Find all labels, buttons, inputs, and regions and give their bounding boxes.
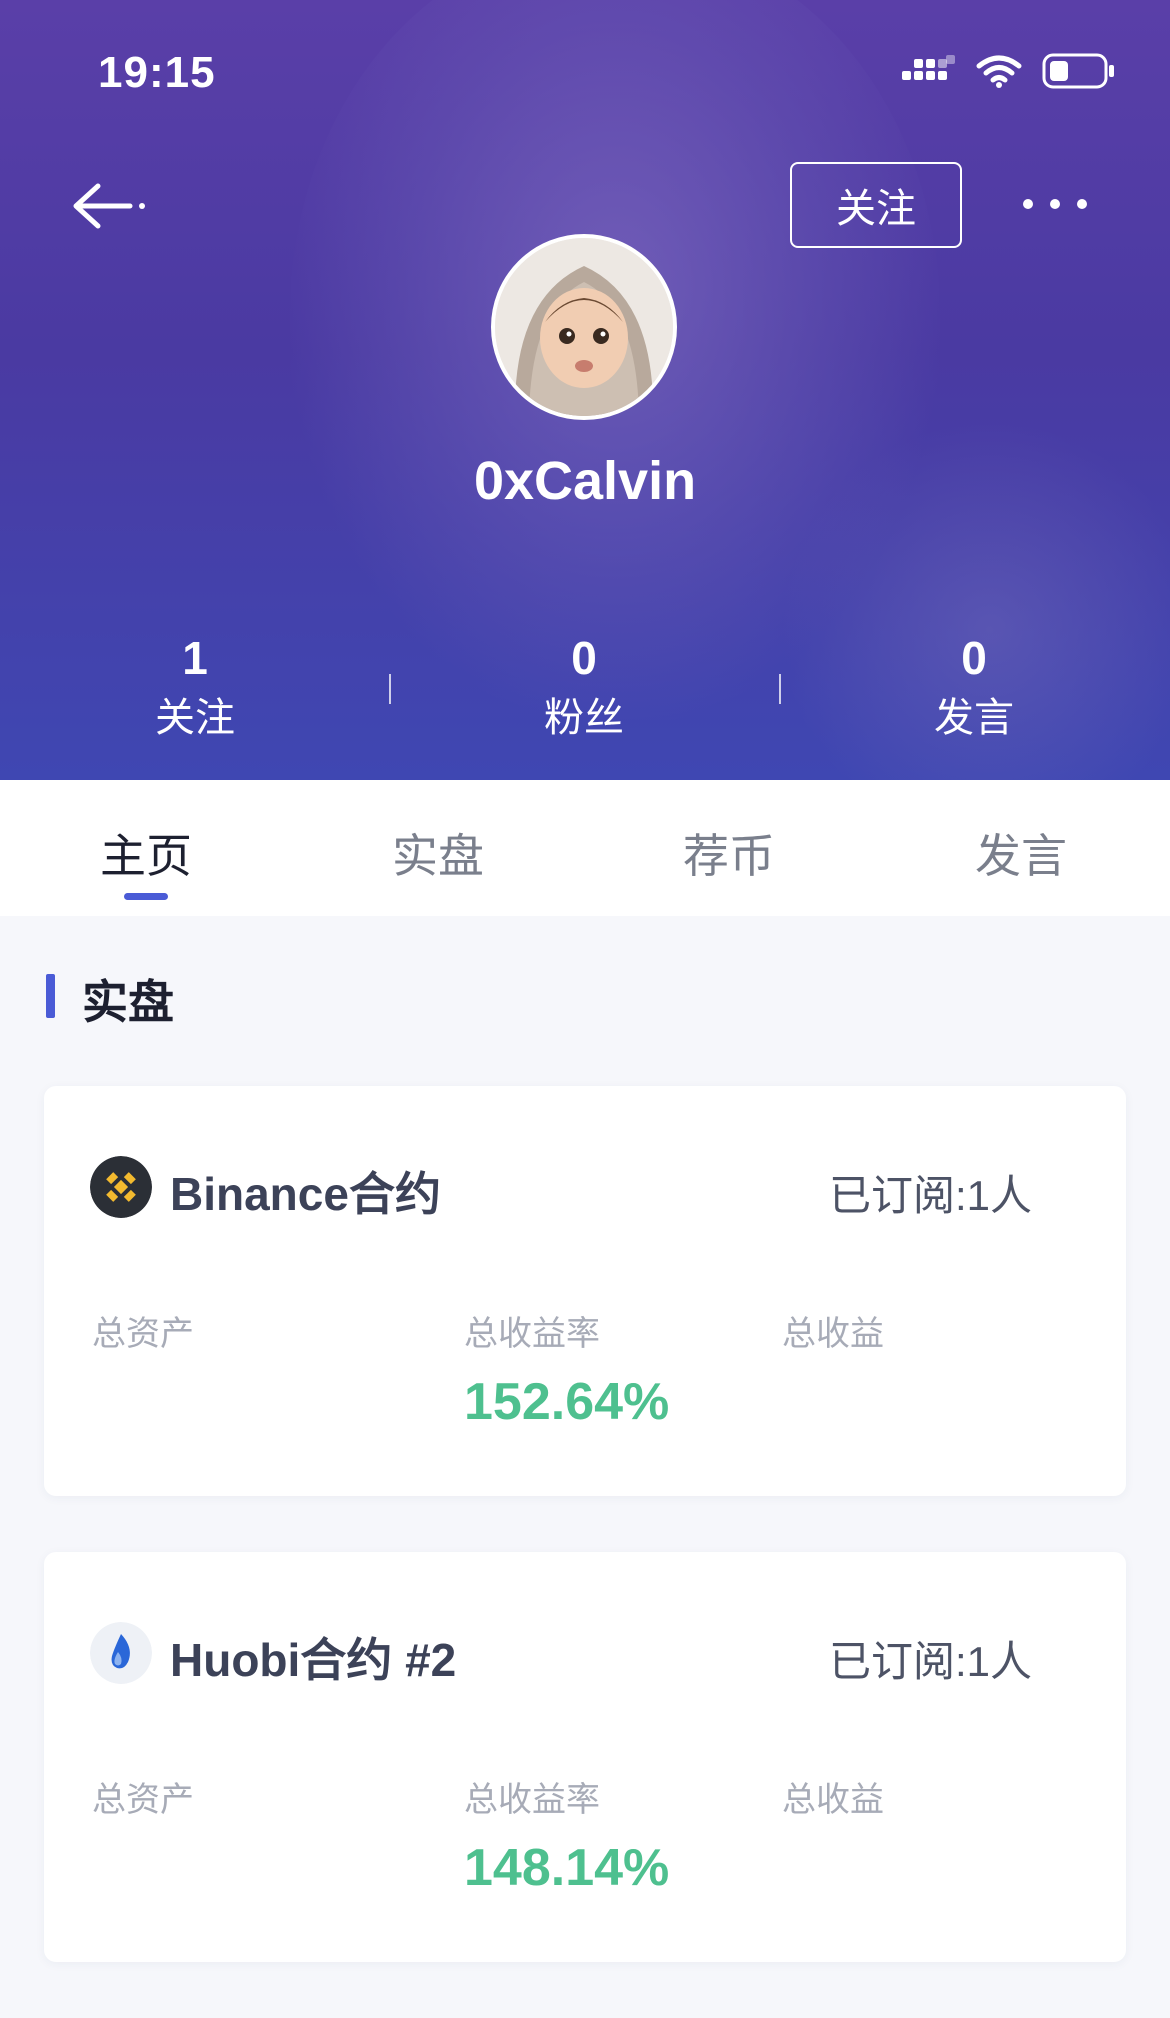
active-tab-indicator [124, 893, 168, 900]
more-dots-icon [1023, 199, 1087, 209]
stat-following[interactable]: 1 关注 [95, 630, 295, 746]
total-return-rate-label: 总收益率 [464, 1781, 600, 1819]
more-button[interactable] [1020, 184, 1090, 224]
battery-icon [1042, 53, 1114, 89]
tab-recommended-coins[interactable]: 荐币 [629, 820, 829, 886]
status-time: 19:15 [98, 48, 216, 97]
stat-value: 0 [961, 632, 987, 684]
total-return-rate-label: 总收益率 [464, 1315, 600, 1353]
tab-posts[interactable]: 发言 [921, 820, 1121, 886]
stat-label: 粉丝 [544, 696, 624, 740]
status-icons [902, 52, 1116, 90]
back-button[interactable] [72, 178, 152, 234]
signal-icon [902, 55, 955, 80]
total-return-rate-value: 152.64% [464, 1373, 670, 1431]
total-return-rate-value: 148.14% [464, 1839, 670, 1897]
binance-icon [90, 1156, 152, 1218]
stat-label: 关注 [155, 696, 235, 740]
total-profit-label: 总收益 [782, 1781, 884, 1819]
account-card-binance[interactable]: Binance合约 已订阅:1人 总资产 总收益率 总收益 152.64% [44, 1086, 1126, 1496]
huobi-icon [90, 1622, 152, 1684]
subscriber-count: 已订阅:1人 [828, 1172, 1032, 1219]
section-title: 实盘 [82, 976, 174, 1028]
stat-value: 0 [571, 632, 597, 684]
account-card-huobi[interactable]: Huobi合约 #2 已订阅:1人 总资产 总收益率 总收益 148.14% [44, 1552, 1126, 1962]
username: 0xCalvin [473, 451, 697, 511]
follow-button[interactable]: 关注 [790, 162, 962, 248]
total-assets-label: 总资产 [92, 1315, 194, 1353]
tab-home[interactable]: 主页 [46, 820, 246, 886]
profile-header: 19:15 关注 0xCalvin 1 关注 0 粉丝 0 发言 [0, 0, 1170, 780]
exchange-name: Huobi合约 #2 [170, 1634, 457, 1686]
wifi-icon [976, 55, 1022, 88]
avatar[interactable] [491, 234, 677, 420]
subscriber-count: 已订阅:1人 [828, 1638, 1032, 1685]
profile-stats: 1 关注 0 粉丝 0 发言 [0, 630, 1170, 750]
profile-tabs: 主页 实盘 荐币 发言 [0, 780, 1170, 916]
stat-posts[interactable]: 0 发言 [874, 630, 1074, 746]
section-accent-bar [46, 974, 55, 1018]
total-profit-label: 总收益 [782, 1315, 884, 1353]
stat-value: 1 [182, 632, 208, 684]
stat-followers[interactable]: 0 粉丝 [484, 630, 684, 746]
back-arrow-icon [73, 183, 145, 229]
exchange-name: Binance合约 [170, 1168, 441, 1220]
avatar-image [495, 238, 673, 416]
stat-divider [779, 674, 781, 704]
stat-label: 发言 [934, 696, 1014, 740]
total-assets-label: 总资产 [92, 1781, 194, 1819]
stat-divider [389, 674, 391, 704]
tab-live-trading[interactable]: 实盘 [338, 820, 538, 886]
